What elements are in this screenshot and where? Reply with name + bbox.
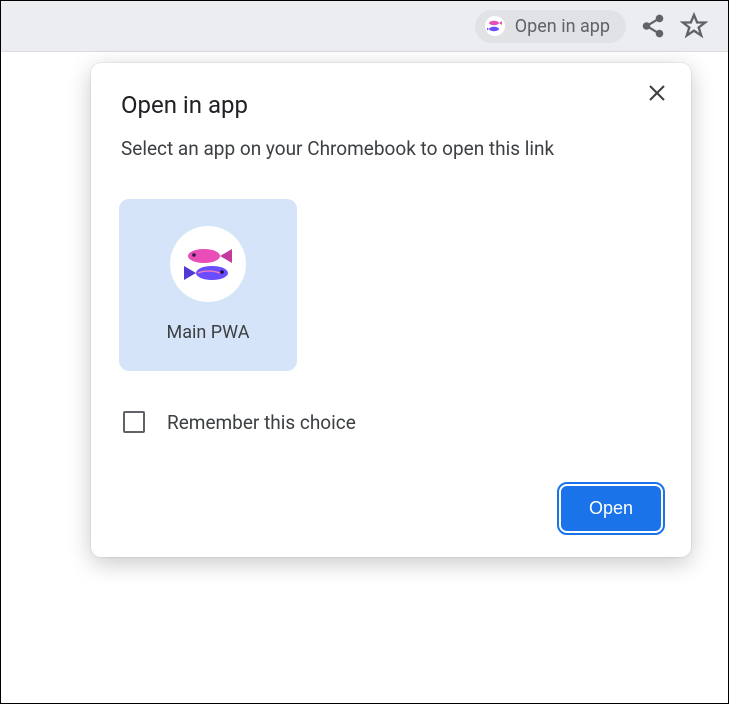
remember-label: Remember this choice	[167, 411, 356, 434]
app-option-main-pwa[interactable]: Main PWA	[119, 199, 297, 371]
chip-label: Open in app	[515, 16, 610, 37]
dialog-actions: Open	[121, 486, 661, 531]
app-fish-icon	[170, 226, 246, 302]
app-fish-icon	[485, 16, 505, 36]
open-in-app-chip[interactable]: Open in app	[475, 10, 626, 43]
star-icon[interactable]	[680, 12, 708, 40]
dialog-title: Open in app	[121, 91, 661, 119]
close-icon[interactable]	[645, 81, 669, 109]
app-label: Main PWA	[167, 322, 250, 343]
remember-checkbox[interactable]	[123, 411, 145, 433]
share-icon[interactable]	[640, 13, 666, 39]
open-button[interactable]: Open	[561, 486, 661, 531]
browser-toolbar: Open in app	[1, 1, 728, 51]
dialog-subtitle: Select an app on your Chromebook to open…	[121, 135, 661, 163]
remember-choice-row: Remember this choice	[123, 411, 661, 434]
open-in-app-dialog: Open in app Select an app on your Chrome…	[91, 63, 691, 557]
